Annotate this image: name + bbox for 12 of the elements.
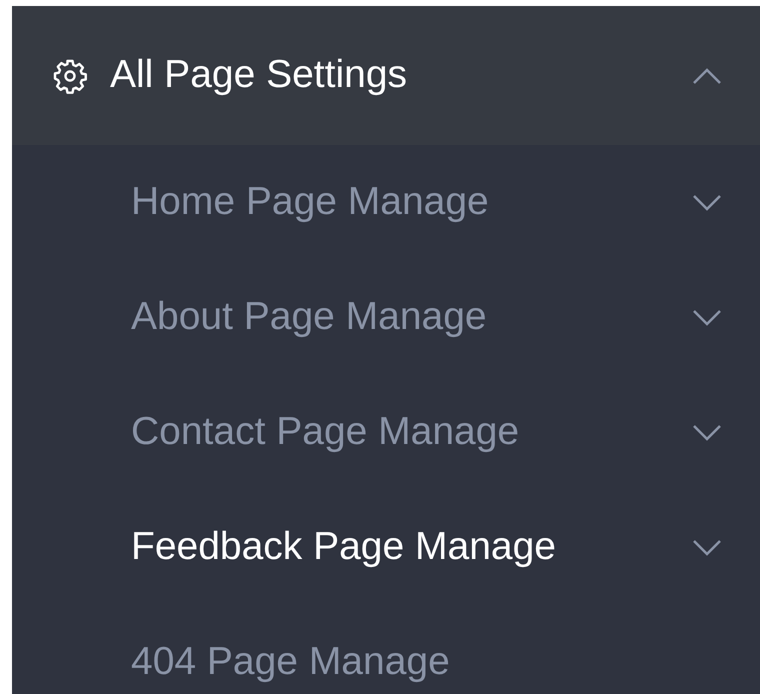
settings-icon [52, 58, 88, 94]
chevron-up-icon [692, 66, 722, 84]
chevron-down-icon [692, 308, 722, 326]
menu-header[interactable]: All Page Settings [12, 6, 760, 145]
menu-item[interactable]: Feedback Page Manage [12, 490, 760, 605]
menu-item[interactable]: Contact Page Manage [12, 375, 760, 490]
chevron-down-icon [692, 424, 722, 442]
menu-item[interactable]: 404 Page Manage [12, 605, 760, 694]
menu-item[interactable]: About Page Manage [12, 260, 760, 375]
chevron-down-icon [692, 538, 722, 556]
menu-item[interactable]: Home Page Manage [12, 145, 760, 260]
chevron-down-icon [692, 194, 722, 212]
